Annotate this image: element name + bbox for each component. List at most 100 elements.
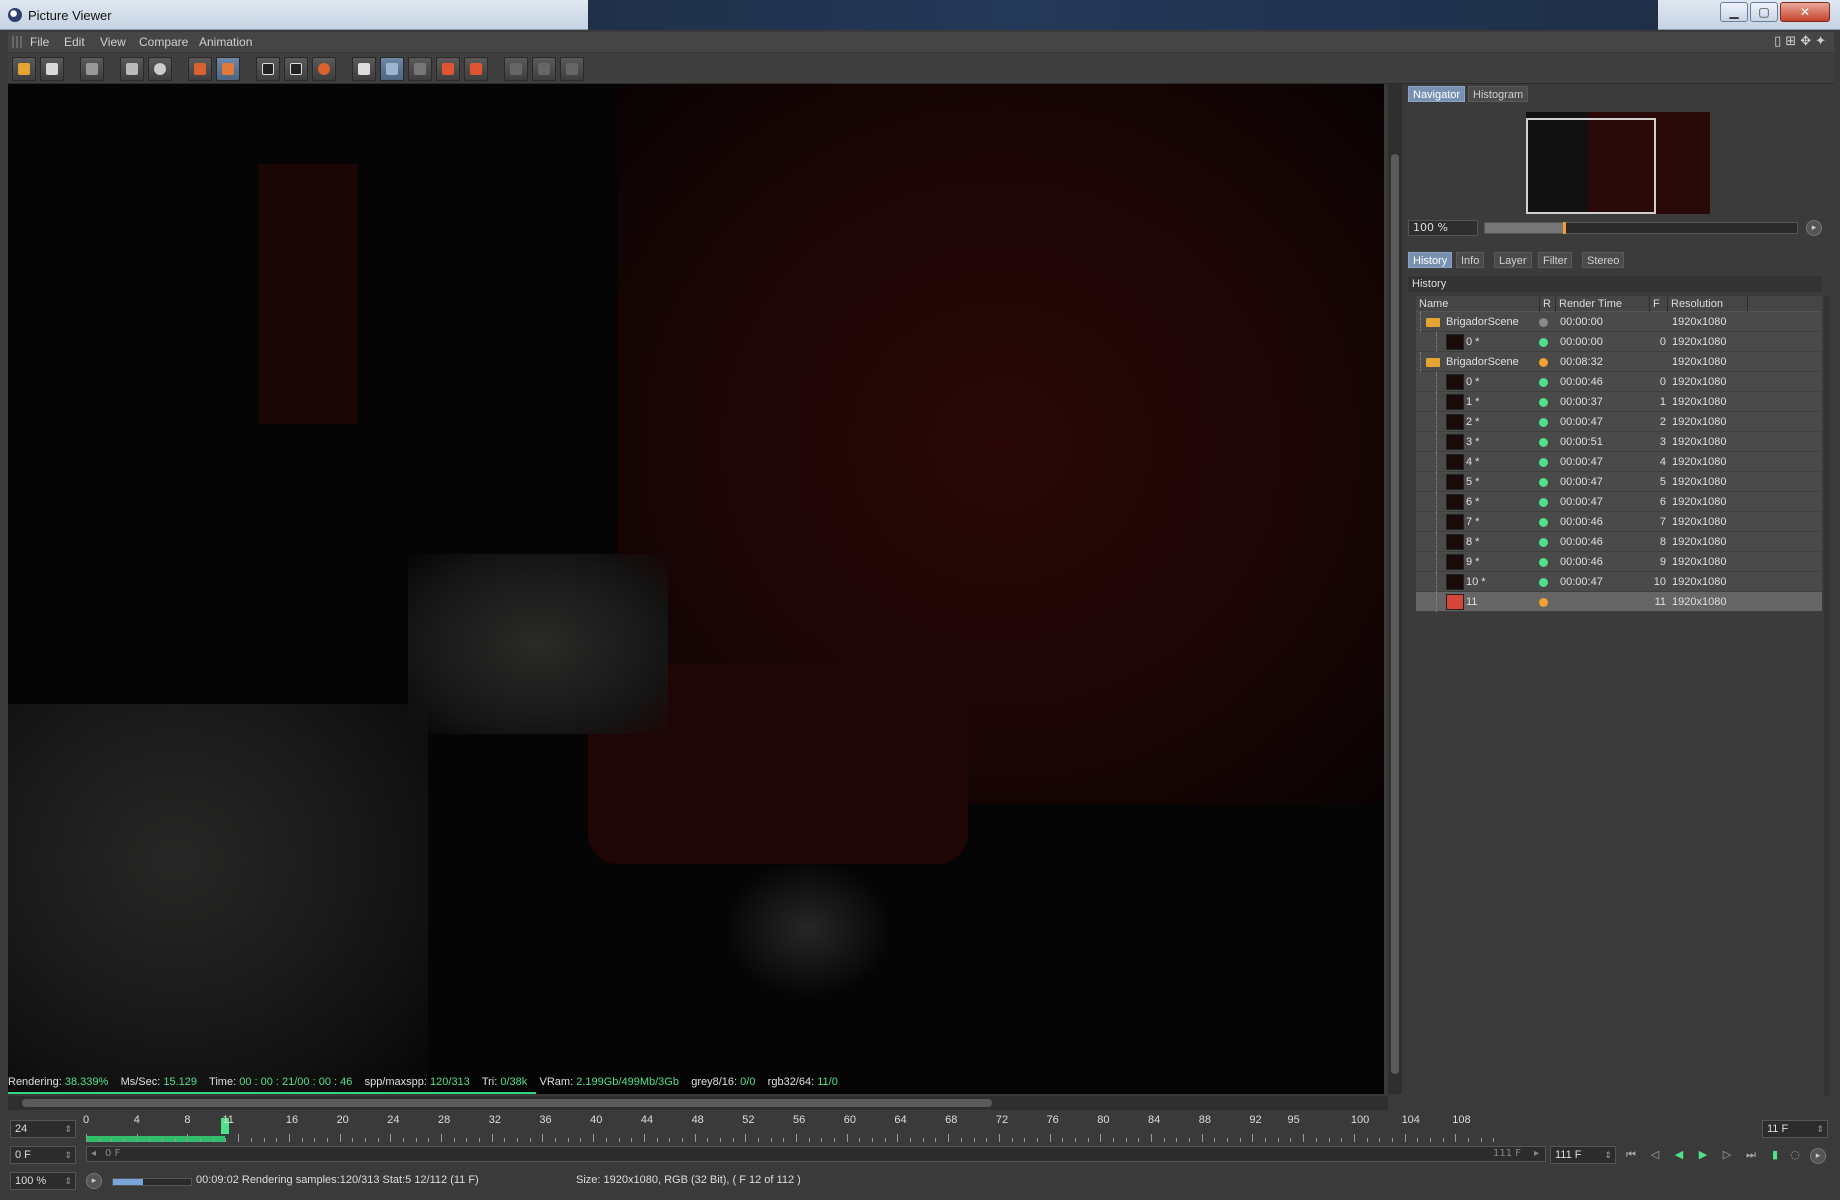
vertical-scroll-thumb[interactable] xyxy=(1391,154,1399,1074)
timeline-menu-icon[interactable]: ▸ xyxy=(1810,1148,1826,1164)
history-row[interactable]: 8 * 00:00:46 8 1920x1080 xyxy=(1416,532,1822,552)
history-row[interactable]: 7 * 00:00:46 7 1920x1080 xyxy=(1416,512,1822,532)
navigator-thumbnail[interactable] xyxy=(1526,112,1710,214)
layer-button[interactable] xyxy=(188,57,212,81)
history-row-name: BrigadorScene xyxy=(1446,356,1519,368)
record-indicator-icon[interactable]: ▮ xyxy=(1766,1148,1784,1162)
end-frame-field[interactable]: 111 F xyxy=(1550,1146,1616,1164)
tab-info[interactable]: Info xyxy=(1456,252,1485,268)
viewport-horizontal-scrollbar[interactable] xyxy=(8,1096,1388,1110)
history-row[interactable]: 5 * 00:00:47 5 1920x1080 xyxy=(1416,472,1822,492)
go-to-end-icon[interactable]: ⏭ xyxy=(1742,1148,1760,1162)
previous-frame-icon[interactable]: ◁ xyxy=(1646,1148,1664,1162)
diff3-button[interactable] xyxy=(560,57,584,81)
ruler-tick xyxy=(238,1134,240,1142)
ruler-tick xyxy=(1151,1134,1152,1142)
render-status-dot xyxy=(1539,458,1548,467)
range-start-arrow-icon[interactable]: ◂ xyxy=(91,1147,96,1161)
frame-thumbnail xyxy=(1446,554,1464,570)
tab-layer[interactable]: Layer xyxy=(1494,252,1532,268)
play-backward-icon[interactable]: ◀ xyxy=(1670,1148,1688,1162)
play-forward-icon[interactable]: ▶ xyxy=(1694,1148,1712,1162)
column-frame[interactable]: F xyxy=(1650,296,1668,312)
render-viewport[interactable]: Rendering: 38.339% Ms/Sec: 15.129 Time: … xyxy=(8,84,1384,1094)
navigator-menu-icon[interactable]: ▸ xyxy=(1806,220,1822,236)
tab-navigator[interactable]: Navigator xyxy=(1408,86,1466,102)
column-name[interactable]: Name xyxy=(1416,296,1540,312)
loop-icon[interactable]: ◌ xyxy=(1786,1148,1804,1162)
history-row[interactable]: 0 * 00:00:46 0 1920x1080 xyxy=(1416,372,1822,392)
set-b-button[interactable] xyxy=(464,57,488,81)
ruler-tick xyxy=(542,1134,544,1142)
render-status-dot xyxy=(1539,498,1548,507)
range-end-arrow-icon[interactable]: ▸ xyxy=(1534,1147,1539,1161)
ruler-tick xyxy=(1277,1138,1279,1142)
render-clip-button[interactable] xyxy=(80,57,104,81)
zoom-field[interactable]: 100 % xyxy=(10,1172,76,1190)
current-frame-field[interactable]: 11 F xyxy=(1762,1120,1828,1138)
history-row-name: 0 * xyxy=(1466,376,1480,388)
horizontal-scroll-thumb[interactable] xyxy=(22,1099,992,1107)
region-button[interactable] xyxy=(120,57,144,81)
history-row[interactable]: 2 * 00:00:47 2 1920x1080 xyxy=(1416,412,1822,432)
menu-edit[interactable]: Edit xyxy=(64,35,85,49)
save-button[interactable] xyxy=(40,57,64,81)
open-button[interactable] xyxy=(12,57,36,81)
column-resolution[interactable]: Resolution xyxy=(1668,296,1748,312)
fps-field[interactable]: 24 xyxy=(10,1120,76,1138)
column-r[interactable]: R xyxy=(1540,296,1556,312)
frame-field[interactable]: 0 F xyxy=(10,1146,76,1164)
history-row[interactable]: 3 * 00:00:51 3 1920x1080 xyxy=(1416,432,1822,452)
history-row[interactable]: 1 * 00:00:37 1 1920x1080 xyxy=(1416,392,1822,412)
tab-filter[interactable]: Filter xyxy=(1538,252,1573,268)
zoom-slider-handle[interactable] xyxy=(1563,222,1566,234)
history-row[interactable]: 9 * 00:00:46 9 1920x1080 xyxy=(1416,552,1822,572)
navigator-zoom-field[interactable]: 100 % xyxy=(1408,220,1478,236)
ab-swap-button[interactable] xyxy=(408,57,432,81)
next-frame-icon[interactable]: ▷ xyxy=(1718,1148,1736,1162)
frame-b-button[interactable] xyxy=(284,57,308,81)
tab-histogram[interactable]: Histogram xyxy=(1468,86,1529,102)
timeline-ruler[interactable]: 0 4 8 11 16 20 24 28 32 36 40 44 48 52 56 60 64 68 72 76 80 8… xyxy=(83,1114,1766,1142)
stack-button[interactable] xyxy=(216,57,240,81)
user-button[interactable] xyxy=(148,57,172,81)
go-to-start-icon[interactable]: ⏮ xyxy=(1622,1148,1640,1162)
ruler-tick xyxy=(326,1138,328,1142)
diff2-button[interactable] xyxy=(532,57,556,81)
tab-stereo[interactable]: Stereo xyxy=(1582,252,1625,268)
column-render-time[interactable]: Render Time xyxy=(1556,296,1650,312)
history-row-name: 11 xyxy=(1466,596,1478,608)
history-row[interactable]: BrigadorScene 00:08:32 1920x1080 xyxy=(1416,352,1822,372)
menu-file[interactable]: File xyxy=(30,35,49,49)
viewport-vertical-scrollbar[interactable] xyxy=(1388,84,1402,1094)
menu-animation[interactable]: Animation xyxy=(199,35,252,49)
split-view-button[interactable] xyxy=(380,57,404,81)
history-row-name: 2 * xyxy=(1466,416,1480,428)
history-row-frame: 3 xyxy=(1659,436,1666,448)
history-scrollbar[interactable] xyxy=(1824,296,1830,1096)
frame-c-button[interactable] xyxy=(312,57,336,81)
minimize-button[interactable]: ▁ xyxy=(1720,2,1748,22)
navigator-view-frame[interactable] xyxy=(1526,118,1656,214)
set-a-button[interactable] xyxy=(436,57,460,81)
history-row[interactable]: 6 * 00:00:47 6 1920x1080 xyxy=(1416,492,1822,512)
history-row[interactable]: 11 11 1920x1080 xyxy=(1416,592,1822,612)
zoom-menu-icon[interactable]: ▸ xyxy=(86,1173,102,1189)
layout-icons[interactable]: ▯⊞✥✦ xyxy=(1774,34,1830,49)
maximize-button[interactable]: ▢ xyxy=(1750,2,1778,22)
menu-compare[interactable]: Compare xyxy=(139,35,188,49)
history-row[interactable]: BrigadorScene 00:00:00 1920x1080 xyxy=(1416,312,1822,332)
navigator-zoom-slider[interactable] xyxy=(1484,222,1798,234)
ruler-label: 8 xyxy=(184,1114,191,1126)
ruler-label: 11 xyxy=(222,1114,234,1126)
preview-range-bar[interactable]: ◂ 0 F 111 F ▸ xyxy=(86,1146,1546,1162)
history-row[interactable]: 4 * 00:00:47 4 1920x1080 xyxy=(1416,452,1822,472)
ab-compare-button[interactable] xyxy=(352,57,376,81)
menu-view[interactable]: View xyxy=(100,35,126,49)
diff-button[interactable] xyxy=(504,57,528,81)
history-row[interactable]: 0 * 00:00:00 0 1920x1080 xyxy=(1416,332,1822,352)
close-button[interactable]: ✕ xyxy=(1780,2,1830,22)
tab-history[interactable]: History xyxy=(1408,252,1453,268)
frame-a-button[interactable] xyxy=(256,57,280,81)
history-row[interactable]: 10 * 00:00:47 10 1920x1080 xyxy=(1416,572,1822,592)
